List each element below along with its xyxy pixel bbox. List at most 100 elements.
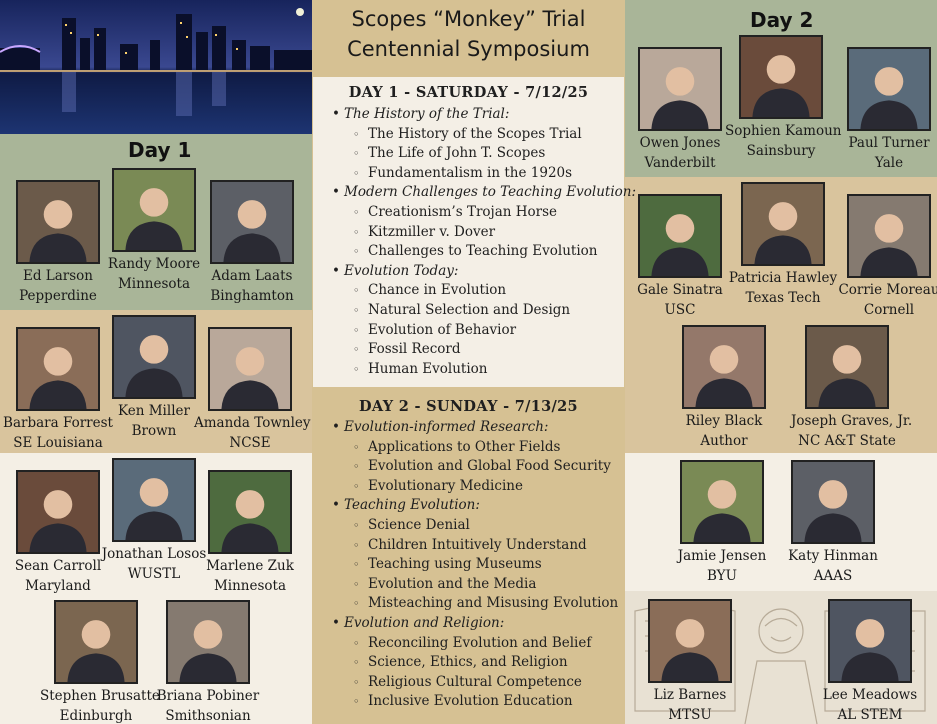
city-skyline-image bbox=[0, 0, 312, 134]
speaker-name: Paul Turner bbox=[848, 135, 930, 151]
speaker-institution: AAAS bbox=[813, 568, 853, 584]
schedule-session-item: Applications to Other Fields bbox=[330, 438, 620, 458]
schedule-section-title: Modern Challenges to Teaching Evolution: bbox=[330, 183, 636, 203]
speaker-name: Gale Sinatra bbox=[637, 282, 723, 298]
title-line-1: Scopes “Monkey” Trial bbox=[351, 7, 586, 31]
speaker-institution: Yale bbox=[874, 155, 904, 171]
speaker-card: Marlene Zuk Minnesota bbox=[194, 470, 306, 596]
speaker-card: Stephen Brusatte Edinburgh bbox=[40, 600, 160, 724]
speaker-photo bbox=[16, 470, 100, 554]
person-portrait-icon bbox=[741, 37, 821, 117]
speaker-institution: MTSU bbox=[668, 707, 712, 723]
speaker-name: Randy Moore bbox=[107, 256, 201, 272]
speaker-institution: Edinburgh bbox=[59, 708, 133, 724]
speaker-photo bbox=[682, 325, 766, 409]
schedule-session-item: Fundamentalism in the 1920s bbox=[330, 164, 620, 184]
speaker-institution: NC A&T State bbox=[798, 433, 896, 449]
schedule-session-item: Reconciling Evolution and Belief bbox=[330, 634, 620, 654]
speaker-photo bbox=[741, 182, 825, 266]
speaker-institution: Author bbox=[700, 433, 748, 449]
speaker-photo bbox=[739, 35, 823, 119]
speaker-photo bbox=[16, 180, 100, 264]
speaker-photo bbox=[648, 599, 732, 683]
schedule-section-title: Teaching Evolution: bbox=[330, 496, 620, 516]
speaker-photo bbox=[112, 315, 196, 399]
person-portrait-icon bbox=[114, 170, 194, 250]
speaker-name: Liz Barnes bbox=[653, 687, 727, 703]
speaker-institution: Smithsonian bbox=[165, 708, 251, 724]
person-portrait-icon bbox=[18, 472, 98, 552]
speaker-card: Joseph Graves, Jr. NC A&T State bbox=[791, 325, 913, 451]
speaker-photo bbox=[208, 470, 292, 554]
speaker-institution: NCSE bbox=[229, 435, 271, 451]
speaker-photo bbox=[638, 47, 722, 131]
schedule-session-item: Misteaching and Misusing Evolution bbox=[330, 594, 620, 614]
person-portrait-icon bbox=[114, 317, 194, 397]
schedule-section-title: Evolution and Religion: bbox=[330, 614, 620, 634]
day1-schedule-heading: DAY 1 - SATURDAY - 7/12/25 bbox=[348, 84, 589, 101]
schedule-session-item: Children Intuitively Understand bbox=[330, 536, 620, 556]
speaker-photo bbox=[791, 460, 875, 544]
person-portrait-icon bbox=[650, 601, 730, 681]
person-portrait-icon bbox=[18, 182, 98, 262]
schedule-session-item: Creationism’s Trojan Horse bbox=[330, 203, 620, 223]
person-portrait-icon bbox=[212, 182, 292, 262]
schedule-session-item: Science, Ethics, and Religion bbox=[330, 653, 620, 673]
schedule-session-item: The History of the Scopes Trial bbox=[330, 125, 620, 145]
schedule-section-title: The History of the Trial: bbox=[330, 105, 620, 125]
speaker-photo bbox=[638, 194, 722, 278]
speaker-photo bbox=[847, 47, 931, 131]
schedule-session-item: Chance in Evolution bbox=[330, 281, 620, 301]
day2-heading: Day 2 bbox=[750, 8, 814, 32]
schedule-session-item: Science Denial bbox=[330, 516, 620, 536]
person-portrait-icon bbox=[168, 602, 248, 682]
speaker-card: Owen Jones Vanderbilt bbox=[624, 47, 736, 173]
person-portrait-icon bbox=[849, 49, 929, 129]
speaker-photo bbox=[680, 460, 764, 544]
title-line-2: Centennial Symposium bbox=[347, 37, 590, 61]
speaker-name: Jamie Jensen bbox=[677, 548, 767, 564]
schedule-session-item: The Life of John T. Scopes bbox=[330, 144, 620, 164]
schedule-session-item: Teaching using Museums bbox=[330, 555, 620, 575]
day1-schedule-list: The History of the Trial:The History of … bbox=[330, 105, 636, 379]
speaker-name: Riley Black bbox=[685, 413, 763, 429]
schedule-session-item: Evolution of Behavior bbox=[330, 321, 620, 341]
person-portrait-icon bbox=[640, 196, 720, 276]
speaker-card: Riley Black Author bbox=[668, 325, 780, 451]
speaker-card: Gale Sinatra USC bbox=[624, 194, 736, 320]
speaker-card: Corrie Moreau Cornell bbox=[833, 194, 937, 320]
schedule-session-item: Challenges to Teaching Evolution bbox=[330, 242, 620, 262]
day1-heading: Day 1 bbox=[128, 138, 192, 162]
person-portrait-icon bbox=[793, 462, 873, 542]
speaker-card: Randy Moore Minnesota bbox=[98, 168, 210, 294]
speaker-photo bbox=[805, 325, 889, 409]
speaker-institution: Vanderbilt bbox=[644, 155, 716, 171]
speaker-institution: Binghamton bbox=[210, 288, 294, 304]
speaker-card: Paul Turner Yale bbox=[833, 47, 937, 173]
person-portrait-icon bbox=[682, 462, 762, 542]
person-portrait-icon bbox=[640, 49, 720, 129]
speaker-photo bbox=[166, 600, 250, 684]
speaker-photo bbox=[210, 180, 294, 264]
speaker-institution: Cornell bbox=[863, 302, 915, 318]
speaker-name: Adam Laats bbox=[211, 268, 293, 284]
speaker-photo bbox=[54, 600, 138, 684]
schedule-session-item: Evolutionary Medicine bbox=[330, 477, 620, 497]
day2-schedule-heading: DAY 2 - SUNDAY - 7/13/25 bbox=[359, 398, 578, 415]
speaker-card: Lee Meadows AL STEM bbox=[814, 599, 926, 724]
schedule-session-item: Kitzmiller v. Dover bbox=[330, 223, 620, 243]
person-portrait-icon bbox=[114, 460, 194, 540]
schedule-session-item: Evolution and Global Food Security bbox=[330, 457, 620, 477]
person-portrait-icon bbox=[830, 601, 910, 681]
speaker-name: Patricia Hawley bbox=[728, 270, 838, 286]
speaker-name: Stephen Brusatte bbox=[40, 688, 160, 704]
speaker-name: Joseph Graves, Jr. bbox=[791, 413, 913, 429]
speaker-institution: Sainsbury bbox=[746, 143, 816, 159]
schedule-session-item: Inclusive Evolution Education bbox=[330, 692, 620, 712]
speaker-card: Adam Laats Binghamton bbox=[196, 180, 308, 306]
speaker-card: Jamie Jensen BYU bbox=[666, 460, 778, 586]
person-portrait-icon bbox=[684, 327, 764, 407]
schedule-section-title: Evolution-informed Research: bbox=[330, 418, 620, 438]
speaker-institution: Minnesota bbox=[117, 276, 191, 292]
speaker-card: Sophien Kamoun Sainsbury bbox=[725, 35, 841, 161]
